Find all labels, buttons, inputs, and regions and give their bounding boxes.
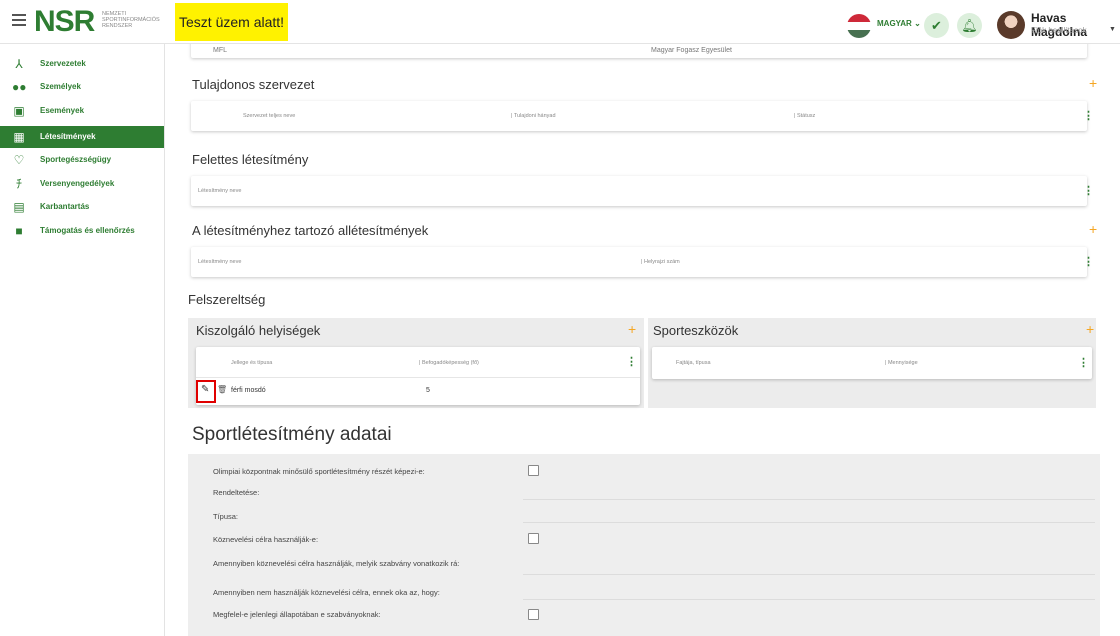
account-settings-link[interactable]: Fiók beállítások xyxy=(1031,26,1087,35)
sidebar-item-tamogatas[interactable]: ■ Támogatás és ellenőrzés xyxy=(0,220,164,242)
facility-data-panel: Olimpiai központnak minősülő sportlétesí… xyxy=(188,454,1100,636)
sidebar-item-sportegeszsegugy[interactable]: ♡ Sportegészségügy xyxy=(0,149,164,171)
network-icon: ⅄ xyxy=(15,57,23,71)
section-title-tulajdonos: Tulajdonos szervezet xyxy=(192,77,315,92)
chevron-down-icon: ⌄ xyxy=(914,19,921,28)
service-rooms-table: Jellege és típusa | Befogadóképesség (fő… xyxy=(196,347,640,405)
add-service-room-button[interactable]: + xyxy=(628,321,636,337)
field-label-type: Típusa: xyxy=(213,512,239,521)
sidebar-item-karbantartas[interactable]: ▤ Karbantartás xyxy=(0,196,164,218)
equipment-table: Fajtája, típusa | Mennyisége ⋮ xyxy=(652,347,1092,379)
reason-field[interactable] xyxy=(523,599,1095,600)
logo-subtitle: Nemzeti Sportinformációs Rendszer xyxy=(102,11,160,29)
more-vert-icon[interactable]: ⋮ xyxy=(1083,186,1094,197)
subfacility-table: Létesítmény neve | Helyrajzi szám ⋮ xyxy=(191,247,1094,277)
sidebar-item-label: Személyek xyxy=(40,82,81,91)
standard-field[interactable] xyxy=(523,574,1095,575)
add-owner-button[interactable]: + xyxy=(1089,75,1097,91)
check-icon[interactable]: ✔ xyxy=(924,13,949,38)
sidebar-item-label: Támogatás és ellenőrzés xyxy=(40,226,135,235)
column-header[interactable]: Létesítmény neve xyxy=(198,259,241,265)
olympic-checkbox[interactable] xyxy=(528,465,539,476)
more-vert-icon[interactable]: ⋮ xyxy=(626,357,637,368)
section-title-kiszolgalo: Kiszolgáló helyiségek xyxy=(196,323,321,338)
menu-icon[interactable] xyxy=(12,14,26,26)
section-title-felettes: Felettes létesítmény xyxy=(192,152,309,167)
sidebar-item-label: Szervezetek xyxy=(40,59,86,68)
compliance-checkbox[interactable] xyxy=(528,609,539,620)
column-header[interactable]: Szervezet teljes neve xyxy=(243,113,295,119)
language-selector[interactable]: MAGYAR ⌄ xyxy=(877,19,921,28)
column-header[interactable]: | Tulajdoni hányad xyxy=(511,113,556,119)
clipboard-icon: ▤ xyxy=(13,200,25,214)
section-title-alletesitmenyek: A létesítményhez tartozó allétesítmények xyxy=(192,223,429,238)
field-label-purpose: Rendeltetése: xyxy=(213,488,260,497)
people-icon: ●● xyxy=(12,80,27,94)
avatar[interactable] xyxy=(997,11,1025,39)
column-header[interactable]: Jellege és típusa xyxy=(231,360,272,366)
heart-icon: ♡ xyxy=(13,153,25,167)
logo: NSR xyxy=(34,5,95,38)
sidebar-item-label: Versenyengedélyek xyxy=(40,179,115,188)
header: NSR Nemzeti Sportinformációs Rendszer Te… xyxy=(0,0,1120,44)
field-label-compliance: Megfelel-e jelenlegi állapotában e szabv… xyxy=(213,610,381,619)
sidebar-item-label: Események xyxy=(40,106,85,115)
org-full-name: Magyar Fogasz Egyesület xyxy=(651,47,732,54)
column-header[interactable]: Létesítmény neve xyxy=(198,188,241,194)
delete-icon[interactable]: 🗑︎ xyxy=(217,385,227,394)
calendar-icon: ▣ xyxy=(13,104,25,118)
bell-icon[interactable]: 🔔︎ xyxy=(957,13,982,38)
runner-icon: ﾁ xyxy=(15,177,22,191)
service-room-type: férfi mosdó xyxy=(231,387,266,394)
org-short-name: MFL xyxy=(213,47,227,54)
sidebar-item-letesitmenyek[interactable]: ▦ Létesítmények xyxy=(0,126,164,148)
test-banner: Teszt üzem alatt! xyxy=(175,3,289,41)
more-vert-icon[interactable]: ⋮ xyxy=(1078,358,1089,369)
more-vert-icon[interactable]: ⋮ xyxy=(1083,111,1094,122)
column-header[interactable]: | Státusz xyxy=(794,113,815,119)
column-header[interactable]: | Mennyisége xyxy=(885,360,918,366)
field-label-standard: Amennyiben köznevelési célra használják,… xyxy=(213,559,460,568)
sidebar-item-label: Sportegészségügy xyxy=(40,155,112,164)
parent-facility-table: Létesítmény neve ⋮ xyxy=(191,176,1094,206)
column-header[interactable]: Fajtája, típusa xyxy=(676,360,711,366)
column-header[interactable]: | Helyrajzi szám xyxy=(641,259,680,265)
sidebar-item-versenyengedelyek[interactable]: ﾁ Versenyengedélyek xyxy=(0,173,164,195)
section-title-adatok: Sportlétesítmény adatai xyxy=(192,424,392,445)
add-subfacility-button[interactable]: + xyxy=(1089,221,1097,237)
sidebar-item-esemenyek[interactable]: ▣ Események xyxy=(0,100,164,122)
sidebar-item-szervezetek[interactable]: ⅄ Szervezetek xyxy=(0,53,164,75)
hungarian-flag-icon[interactable] xyxy=(847,14,871,38)
sidebar-item-szemelyek[interactable]: ●● Személyek xyxy=(0,76,164,98)
service-room-capacity: 5 xyxy=(426,387,430,394)
column-header[interactable]: | Befogadóképesség (fő) xyxy=(419,360,479,366)
field-label-olympic: Olimpiai központnak minősülő sportlétesí… xyxy=(213,467,425,476)
education-checkbox[interactable] xyxy=(528,533,539,544)
sidebar: ⅄ Szervezetek ●● Személyek ▣ Események ▦… xyxy=(0,44,165,636)
add-equipment-button[interactable]: + xyxy=(1086,321,1094,337)
edit-icon[interactable]: ✎ xyxy=(201,384,209,395)
more-vert-icon[interactable]: ⋮ xyxy=(1083,257,1094,268)
user-menu-caret-icon[interactable]: ▼ xyxy=(1109,26,1116,33)
table-row: ✎ 🗑︎ férfi mosdó 5 xyxy=(196,378,640,405)
main-content: MFL Magyar Fogasz Egyesület Tulajdonos s… xyxy=(176,32,1102,636)
sidebar-item-label: Létesítmények xyxy=(40,132,96,141)
building-icon: ▦ xyxy=(13,130,25,144)
briefcase-icon: ■ xyxy=(15,224,23,238)
section-title-felszereltseg: Felszereltség xyxy=(188,292,266,307)
owner-table: Szervezet teljes neve | Tulajdoni hányad… xyxy=(191,101,1094,131)
sidebar-item-label: Karbantartás xyxy=(40,202,90,211)
section-title-sporteszkozok: Sporteszközök xyxy=(653,323,739,338)
field-label-education: Köznevelési célra használják-e: xyxy=(213,535,319,544)
type-field[interactable] xyxy=(523,522,1095,523)
field-label-reason: Amennyiben nem használják köznevelési cé… xyxy=(213,588,440,597)
purpose-field[interactable] xyxy=(523,499,1095,500)
